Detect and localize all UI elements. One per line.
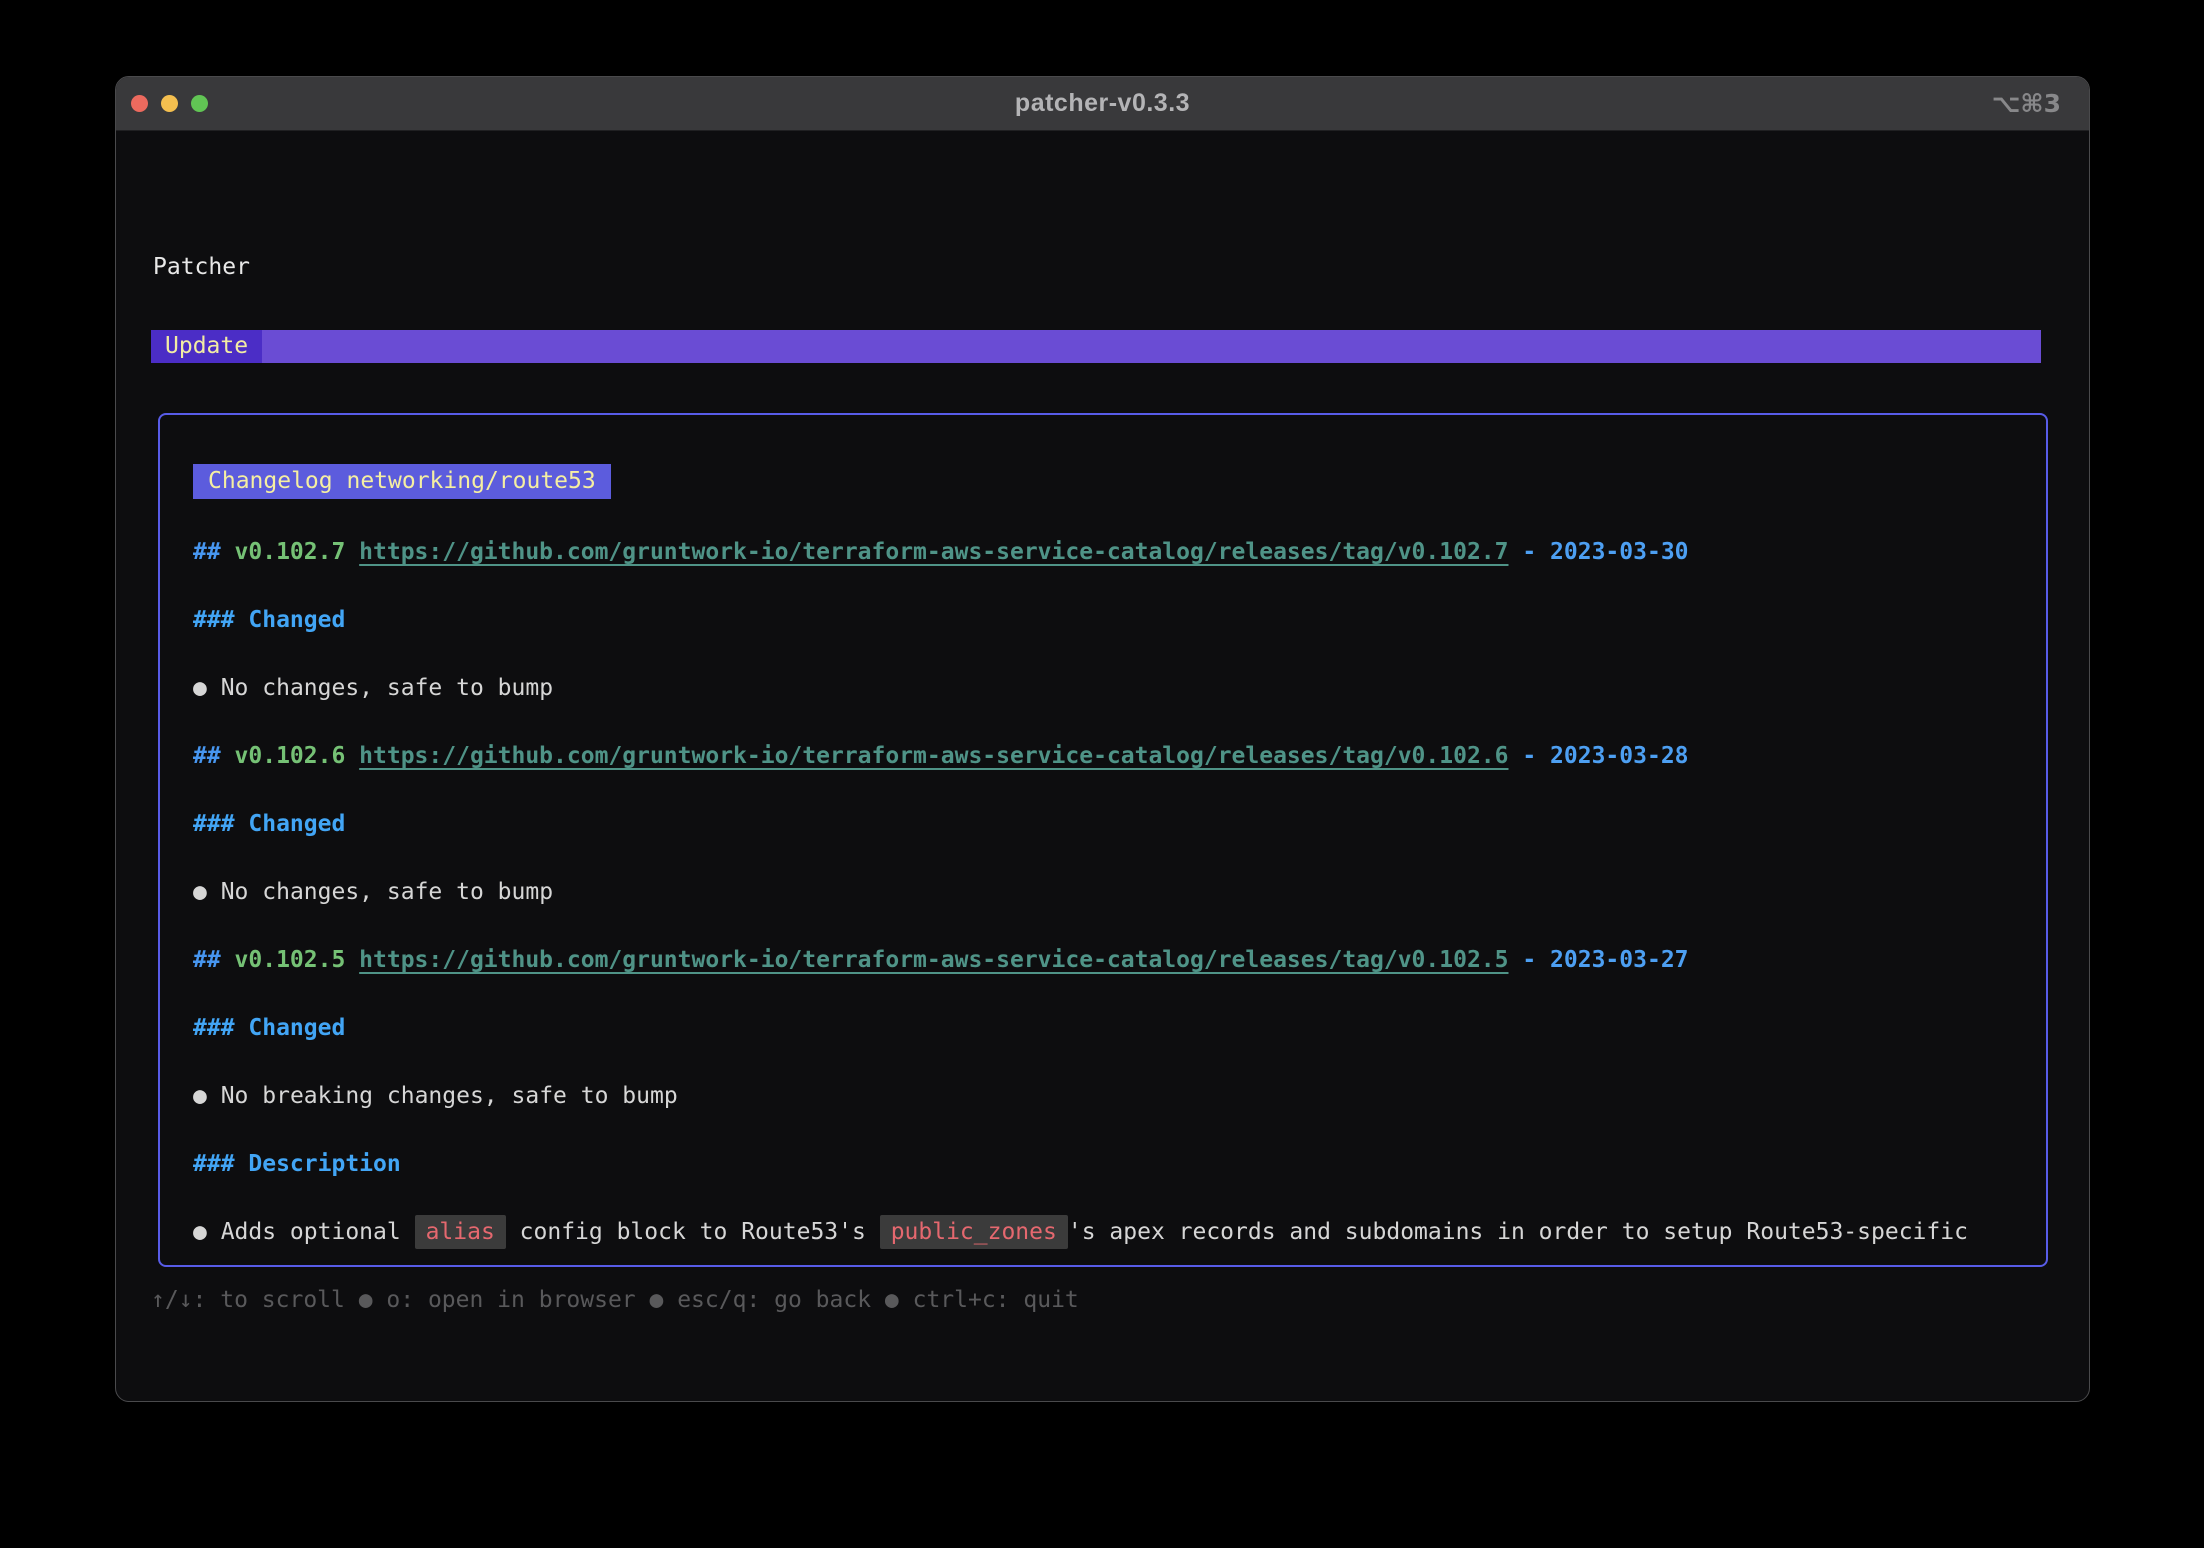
bullet-item: ● Adds optional alias config block to Ro… xyxy=(193,1215,2026,1249)
h3-changed: ### Changed xyxy=(193,607,345,633)
section-heading: ### Changed xyxy=(193,603,2026,637)
bullet-dot: ● xyxy=(193,1083,221,1109)
h3-description: ### Description xyxy=(193,1151,401,1177)
release-date: 2023-03-27 xyxy=(1550,947,1688,973)
separator: - xyxy=(1509,743,1551,769)
separator: - xyxy=(1509,539,1551,565)
bullet-text: 's apex records and subdomains in order … xyxy=(1068,1219,1968,1245)
bullet-text: No changes, safe to bump xyxy=(221,675,553,701)
release-date: 2023-03-30 xyxy=(1550,539,1688,565)
release-link[interactable]: https://github.com/gruntwork-io/terrafor… xyxy=(359,947,1508,973)
bullet-item: ● No changes, safe to bump xyxy=(193,875,2026,909)
section-heading: ### Changed xyxy=(193,1011,2026,1045)
release-link[interactable]: https://github.com/gruntwork-io/terrafor… xyxy=(359,743,1508,769)
terminal-window: patcher-v0.3.3 ⌥⌘3 Patcher Update Change… xyxy=(115,76,2090,1402)
titlebar: patcher-v0.3.3 ⌥⌘3 xyxy=(116,77,2089,131)
changelog-badge: Changelog networking/route53 xyxy=(193,464,611,499)
separator: - xyxy=(1509,947,1551,973)
h2-hashes: ## xyxy=(193,539,235,565)
bullet-item: ● No changes, safe to bump xyxy=(193,671,2026,705)
minimize-button[interactable] xyxy=(161,95,178,112)
bullet-text: config block to Route53's xyxy=(506,1219,880,1245)
app-heading: Patcher xyxy=(153,250,250,284)
tab-update[interactable]: Update xyxy=(151,330,262,363)
inline-code: public_zones xyxy=(880,1215,1068,1249)
terminal-content: Patcher Update Changelog networking/rout… xyxy=(116,131,2089,1402)
bullet-text: No changes, safe to bump xyxy=(221,879,553,905)
bullet-text: ● Adds optional xyxy=(193,1219,415,1245)
release-heading: ## v0.102.6 https://github.com/gruntwork… xyxy=(193,739,2026,773)
release-version: v0.102.7 xyxy=(235,539,360,565)
h3-changed: ### Changed xyxy=(193,811,345,837)
inline-code: alias xyxy=(415,1215,506,1249)
h2-hashes: ## xyxy=(193,743,235,769)
help-bar: ↑/↓: to scroll ● o: open in browser ● es… xyxy=(151,1283,1079,1317)
window-shortcut-badge: ⌥⌘3 xyxy=(1992,77,2061,130)
changelog-viewport[interactable]: Changelog networking/route53 ## v0.102.7… xyxy=(158,413,2048,1267)
h2-hashes: ## xyxy=(193,947,235,973)
zoom-button[interactable] xyxy=(191,95,208,112)
h3-changed: ### Changed xyxy=(193,1015,345,1041)
section-heading: ### Changed xyxy=(193,807,2026,841)
close-button[interactable] xyxy=(131,95,148,112)
release-link[interactable]: https://github.com/gruntwork-io/terrafor… xyxy=(359,539,1508,565)
bullet-dot: ● xyxy=(193,879,221,905)
release-version: v0.102.5 xyxy=(235,947,360,973)
release-heading: ## v0.102.5 https://github.com/gruntwork… xyxy=(193,943,2026,977)
window-title: patcher-v0.3.3 xyxy=(116,89,2089,118)
bullet-item: ● No breaking changes, safe to bump xyxy=(193,1079,2026,1113)
release-date: 2023-03-28 xyxy=(1550,743,1688,769)
bullet-text: No breaking changes, safe to bump xyxy=(221,1083,678,1109)
bullet-dot: ● xyxy=(193,675,221,701)
changelog-body: ## v0.102.7 https://github.com/gruntwork… xyxy=(193,535,2026,1249)
release-version: v0.102.6 xyxy=(235,743,360,769)
tab-bar: Update xyxy=(151,330,2041,363)
section-heading: ### Description xyxy=(193,1147,2026,1181)
traffic-lights xyxy=(131,77,208,130)
release-heading: ## v0.102.7 https://github.com/gruntwork… xyxy=(193,535,2026,569)
